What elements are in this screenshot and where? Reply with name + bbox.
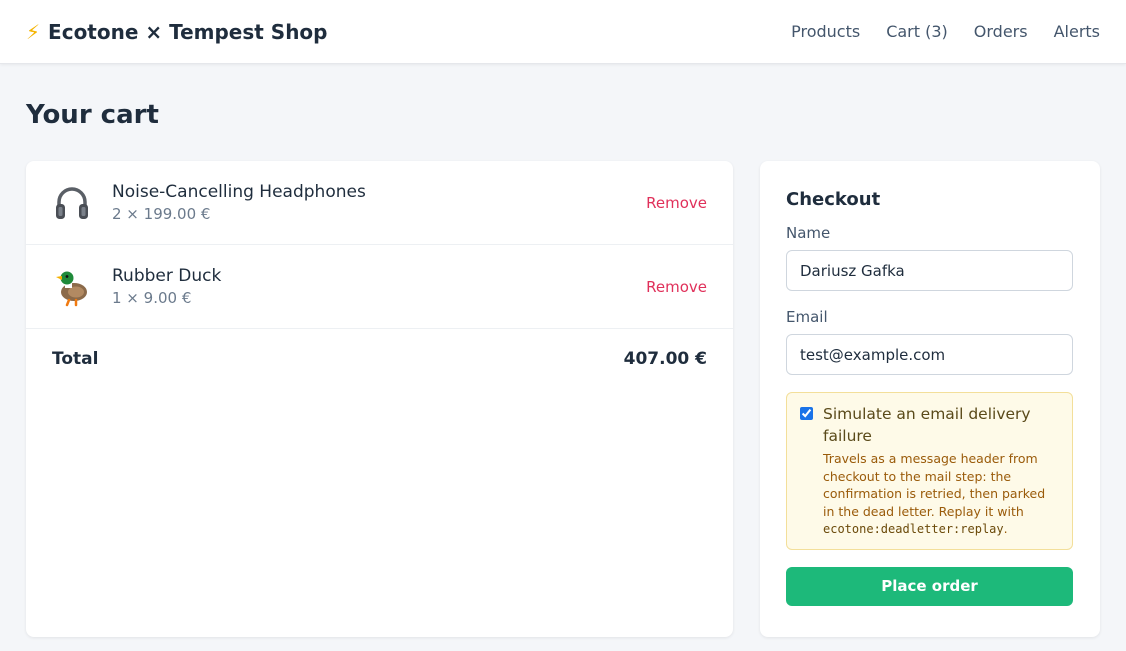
failure-option-description: Travels as a message header from checkou… bbox=[823, 450, 1060, 539]
nav-cart-link[interactable]: Cart (3) bbox=[886, 22, 948, 41]
checkout-title: Checkout bbox=[786, 189, 881, 210]
failure-description-text: Travels as a message header from checkou… bbox=[823, 451, 1046, 519]
cart-total-row: Total 407.00 € bbox=[26, 329, 733, 389]
replay-command: ecotone:deadletter:replay bbox=[823, 522, 1004, 536]
remove-item-button[interactable]: Remove bbox=[646, 194, 707, 212]
cart-item: Rubber Duck 1 × 9.00 € Remove bbox=[26, 245, 733, 329]
name-input[interactable] bbox=[786, 250, 1073, 291]
email-label: Email bbox=[786, 308, 828, 326]
cart-item-name: Noise-Cancelling Headphones bbox=[112, 182, 366, 202]
simulate-failure-checkbox[interactable] bbox=[800, 407, 813, 420]
cart-item-info: Rubber Duck 1 × 9.00 € bbox=[112, 266, 646, 307]
page-title: Your cart bbox=[26, 100, 159, 130]
main-nav: Products Cart (3) Orders Alerts bbox=[791, 22, 1100, 41]
lightning-bolt-icon: ⚡ bbox=[26, 19, 41, 44]
headphones-icon bbox=[52, 183, 92, 223]
nav-products-link[interactable]: Products bbox=[791, 22, 860, 41]
place-order-button[interactable]: Place order bbox=[786, 566, 1073, 606]
email-input[interactable] bbox=[786, 334, 1073, 375]
duck-icon bbox=[52, 267, 92, 307]
total-label: Total bbox=[52, 349, 99, 369]
cart-item-meta: 2 × 199.00 € bbox=[112, 205, 211, 223]
cart-item-name: Rubber Duck bbox=[112, 266, 222, 286]
brand-name: Ecotone × Tempest Shop bbox=[48, 19, 328, 44]
name-label: Name bbox=[786, 224, 831, 242]
failure-option-content: Simulate an email delivery failure Trave… bbox=[823, 403, 1060, 539]
failure-option-title[interactable]: Simulate an email delivery failure bbox=[823, 403, 1060, 447]
top-navbar: ⚡ Ecotone × Tempest Shop Products Cart (… bbox=[0, 0, 1126, 64]
remove-item-button[interactable]: Remove bbox=[646, 278, 707, 296]
nav-orders-link[interactable]: Orders bbox=[974, 22, 1028, 41]
cart-item: Noise-Cancelling Headphones 2 × 199.00 €… bbox=[26, 161, 733, 245]
email-failure-option: Simulate an email delivery failure Trave… bbox=[786, 392, 1073, 550]
cart-item-info: Noise-Cancelling Headphones 2 × 199.00 € bbox=[112, 182, 646, 223]
total-value: 407.00 € bbox=[623, 349, 707, 369]
brand[interactable]: ⚡ Ecotone × Tempest Shop bbox=[26, 20, 328, 44]
failure-description-end: . bbox=[1003, 521, 1008, 536]
nav-alerts-link[interactable]: Alerts bbox=[1054, 22, 1100, 41]
cart-panel: Noise-Cancelling Headphones 2 × 199.00 €… bbox=[26, 161, 733, 637]
checkout-panel: Checkout Name Email Simulate an email de… bbox=[760, 161, 1100, 637]
cart-item-meta: 1 × 9.00 € bbox=[112, 289, 192, 307]
